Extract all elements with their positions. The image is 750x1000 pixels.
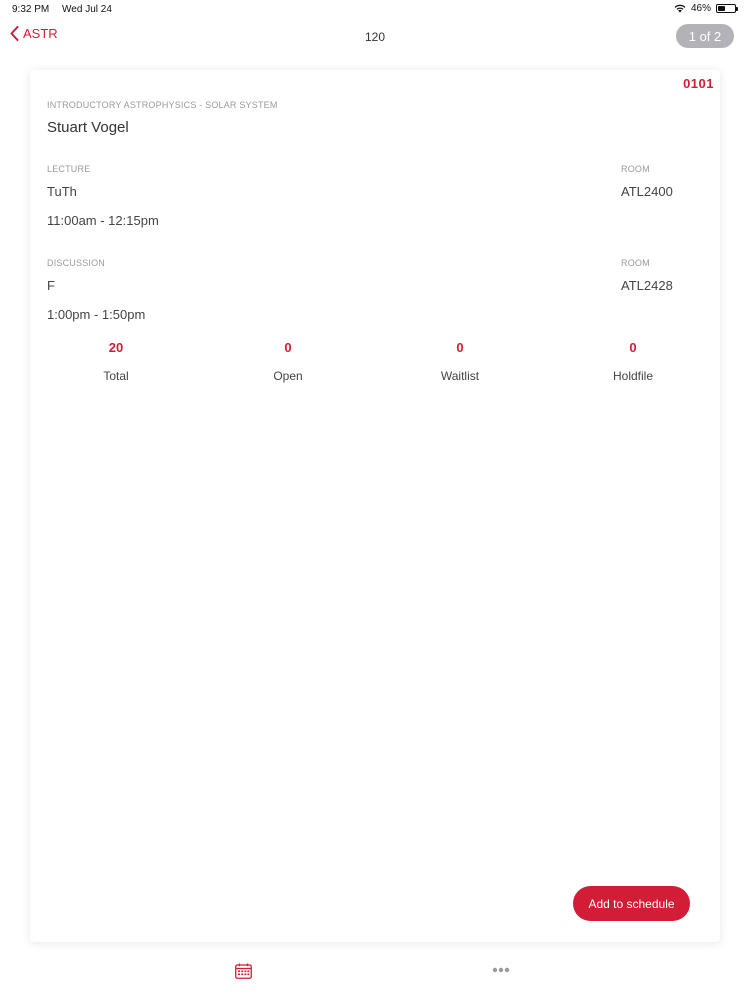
stat-holdfile: 0 Holdfile bbox=[573, 340, 693, 383]
battery-fill bbox=[718, 6, 726, 11]
stat-open-value: 0 bbox=[284, 340, 292, 355]
status-right: 46% bbox=[674, 3, 738, 14]
status-date: Wed Jul 24 bbox=[62, 4, 112, 15]
discussion-room: ATL2428 bbox=[621, 278, 673, 293]
wifi-icon bbox=[674, 4, 686, 13]
status-bar: 9:32 PM Wed Jul 24 46% bbox=[0, 0, 750, 18]
stat-waitlist-label: Waitlist bbox=[440, 369, 480, 383]
calendar-icon[interactable] bbox=[235, 963, 252, 979]
lecture-time: 11:00am - 12:15pm bbox=[47, 213, 159, 228]
discussion-days: F bbox=[47, 278, 55, 293]
stat-total-value: 20 bbox=[108, 340, 124, 355]
discussion-label: DISCUSSION bbox=[47, 258, 106, 268]
battery-icon bbox=[716, 4, 738, 13]
status-left: 9:32 PM Wed Jul 24 bbox=[12, 4, 122, 15]
lecture-room-label: ROOM bbox=[621, 164, 650, 174]
discussion-time: 1:00pm - 1:50pm bbox=[47, 307, 146, 322]
stat-waitlist: 0 Waitlist bbox=[400, 340, 520, 383]
more-icon[interactable] bbox=[492, 967, 510, 973]
lecture-days: TuTh bbox=[47, 184, 77, 199]
stat-waitlist-value: 0 bbox=[456, 340, 464, 355]
page-title: 120 bbox=[364, 30, 386, 44]
status-time: 9:32 PM bbox=[12, 4, 50, 15]
navigation-bar: ASTR 120 1 of 2 bbox=[0, 22, 750, 52]
stat-total: 20 Total bbox=[56, 340, 176, 383]
instructor-name: Stuart Vogel bbox=[47, 119, 129, 136]
section-number: 0101 bbox=[683, 76, 714, 91]
tab-bar bbox=[0, 955, 750, 1000]
stat-open-label: Open bbox=[273, 369, 303, 383]
pager-indicator[interactable]: 1 of 2 bbox=[676, 24, 734, 48]
course-name: INTRODUCTORY ASTROPHYSICS - SOLAR SYSTEM bbox=[47, 100, 278, 110]
stat-holdfile-value: 0 bbox=[629, 340, 637, 355]
battery-percent: 46% bbox=[690, 3, 711, 14]
lecture-label: LECTURE bbox=[47, 164, 91, 174]
seat-stats: 20 Total 0 Open 0 Waitlist 0 Holdfile bbox=[30, 340, 720, 390]
stat-holdfile-label: Holdfile bbox=[612, 369, 654, 383]
add-to-schedule-button[interactable]: Add to schedule bbox=[573, 886, 690, 921]
lecture-room: ATL2400 bbox=[621, 184, 673, 199]
stat-total-label: Total bbox=[103, 369, 129, 383]
discussion-room-label: ROOM bbox=[621, 258, 650, 268]
stat-open: 0 Open bbox=[228, 340, 348, 383]
section-card: 0101 INTRODUCTORY ASTROPHYSICS - SOLAR S… bbox=[30, 70, 720, 942]
